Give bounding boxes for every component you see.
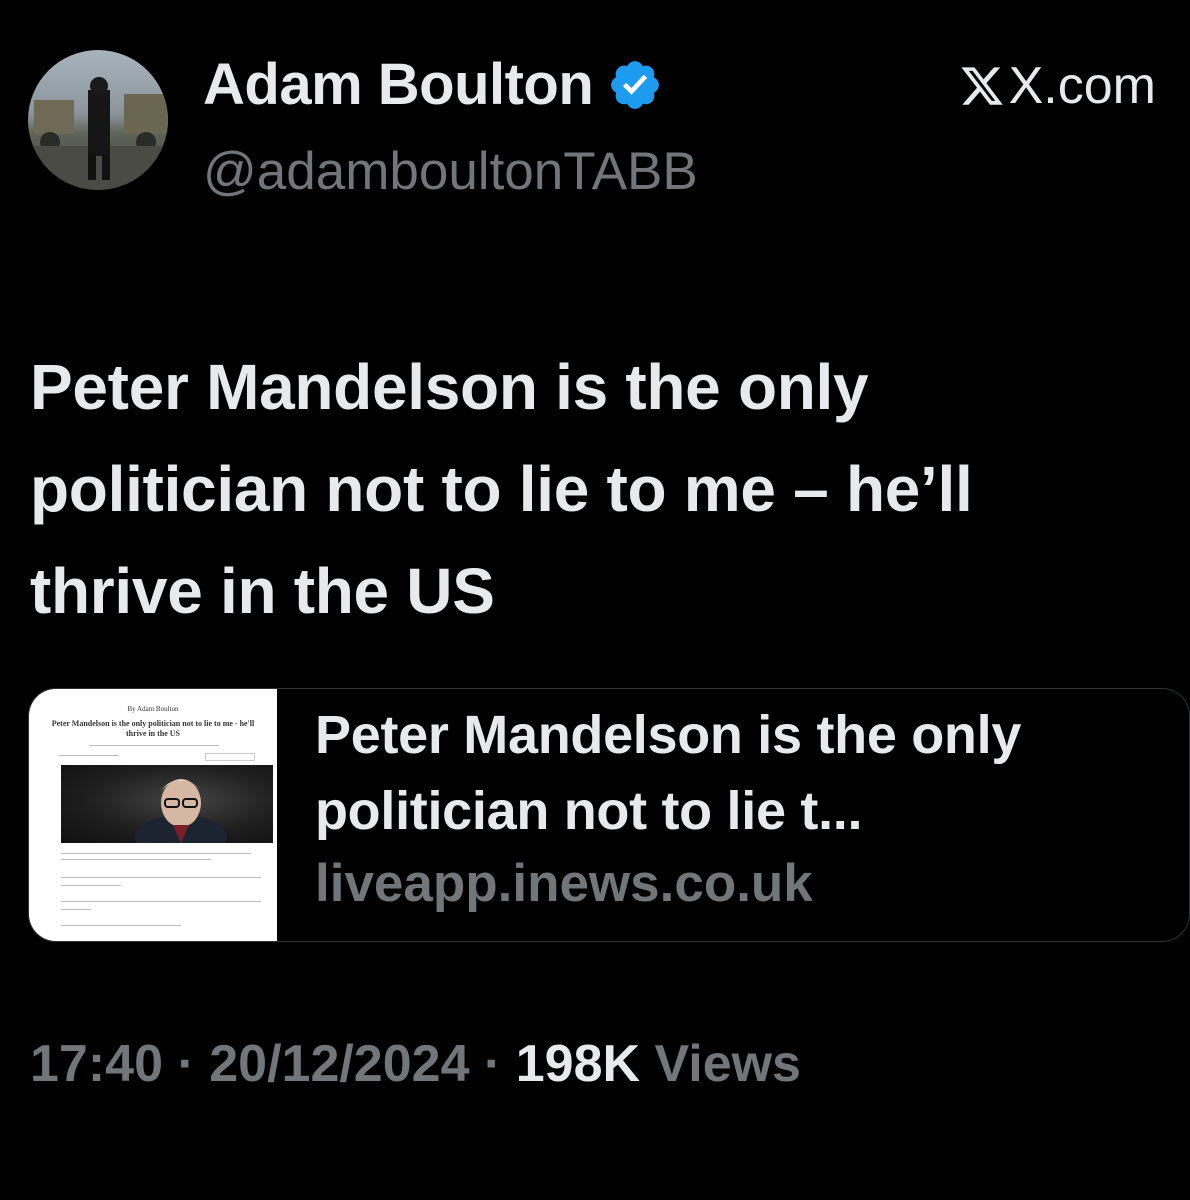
avatar[interactable] — [28, 50, 168, 190]
display-name[interactable]: Adam Boulton — [203, 52, 594, 118]
thumbnail-byline: By Adam Boulton — [127, 705, 179, 713]
link-card-body[interactable]: Peter Mandelson is the only politician n… — [277, 689, 1189, 941]
tweet-date[interactable]: 20/12/2024 — [209, 1035, 469, 1093]
profile-photo — [28, 77, 168, 190]
meta-separator: · — [177, 1035, 195, 1093]
x-logo-icon — [961, 67, 1003, 105]
author-name-row: Adam Boulton — [203, 52, 663, 118]
verified-badge-icon — [611, 61, 660, 109]
author-handle[interactable]: @adamboultonTABB — [203, 140, 698, 204]
meta-separator: · — [483, 1035, 502, 1093]
views-count[interactable]: 198K — [516, 1035, 640, 1093]
views-label: Views — [654, 1035, 801, 1093]
link-card[interactable]: By Adam Boulton Peter Mandelson is the o… — [28, 688, 1190, 942]
thumbnail-headline: Peter Mandelson is the only politician n… — [51, 719, 255, 738]
tweet-meta: 17:40 · 20/12/2024 · 198K Views — [30, 1032, 801, 1096]
tweet-time[interactable]: 17:40 — [30, 1035, 163, 1093]
source-label: X.com — [1008, 57, 1156, 115]
link-card-domain: liveapp.inews.co.uk — [315, 854, 813, 913]
link-card-title[interactable]: Peter Mandelson is the only politician n… — [315, 697, 1189, 849]
tweet-text: Peter Mandelson is the only politician n… — [30, 351, 973, 627]
link-card-thumbnail: By Adam Boulton Peter Mandelson is the o… — [29, 689, 277, 941]
thumbnail-photo — [61, 765, 273, 859]
source-watermark: X.com — [959, 56, 1156, 116]
